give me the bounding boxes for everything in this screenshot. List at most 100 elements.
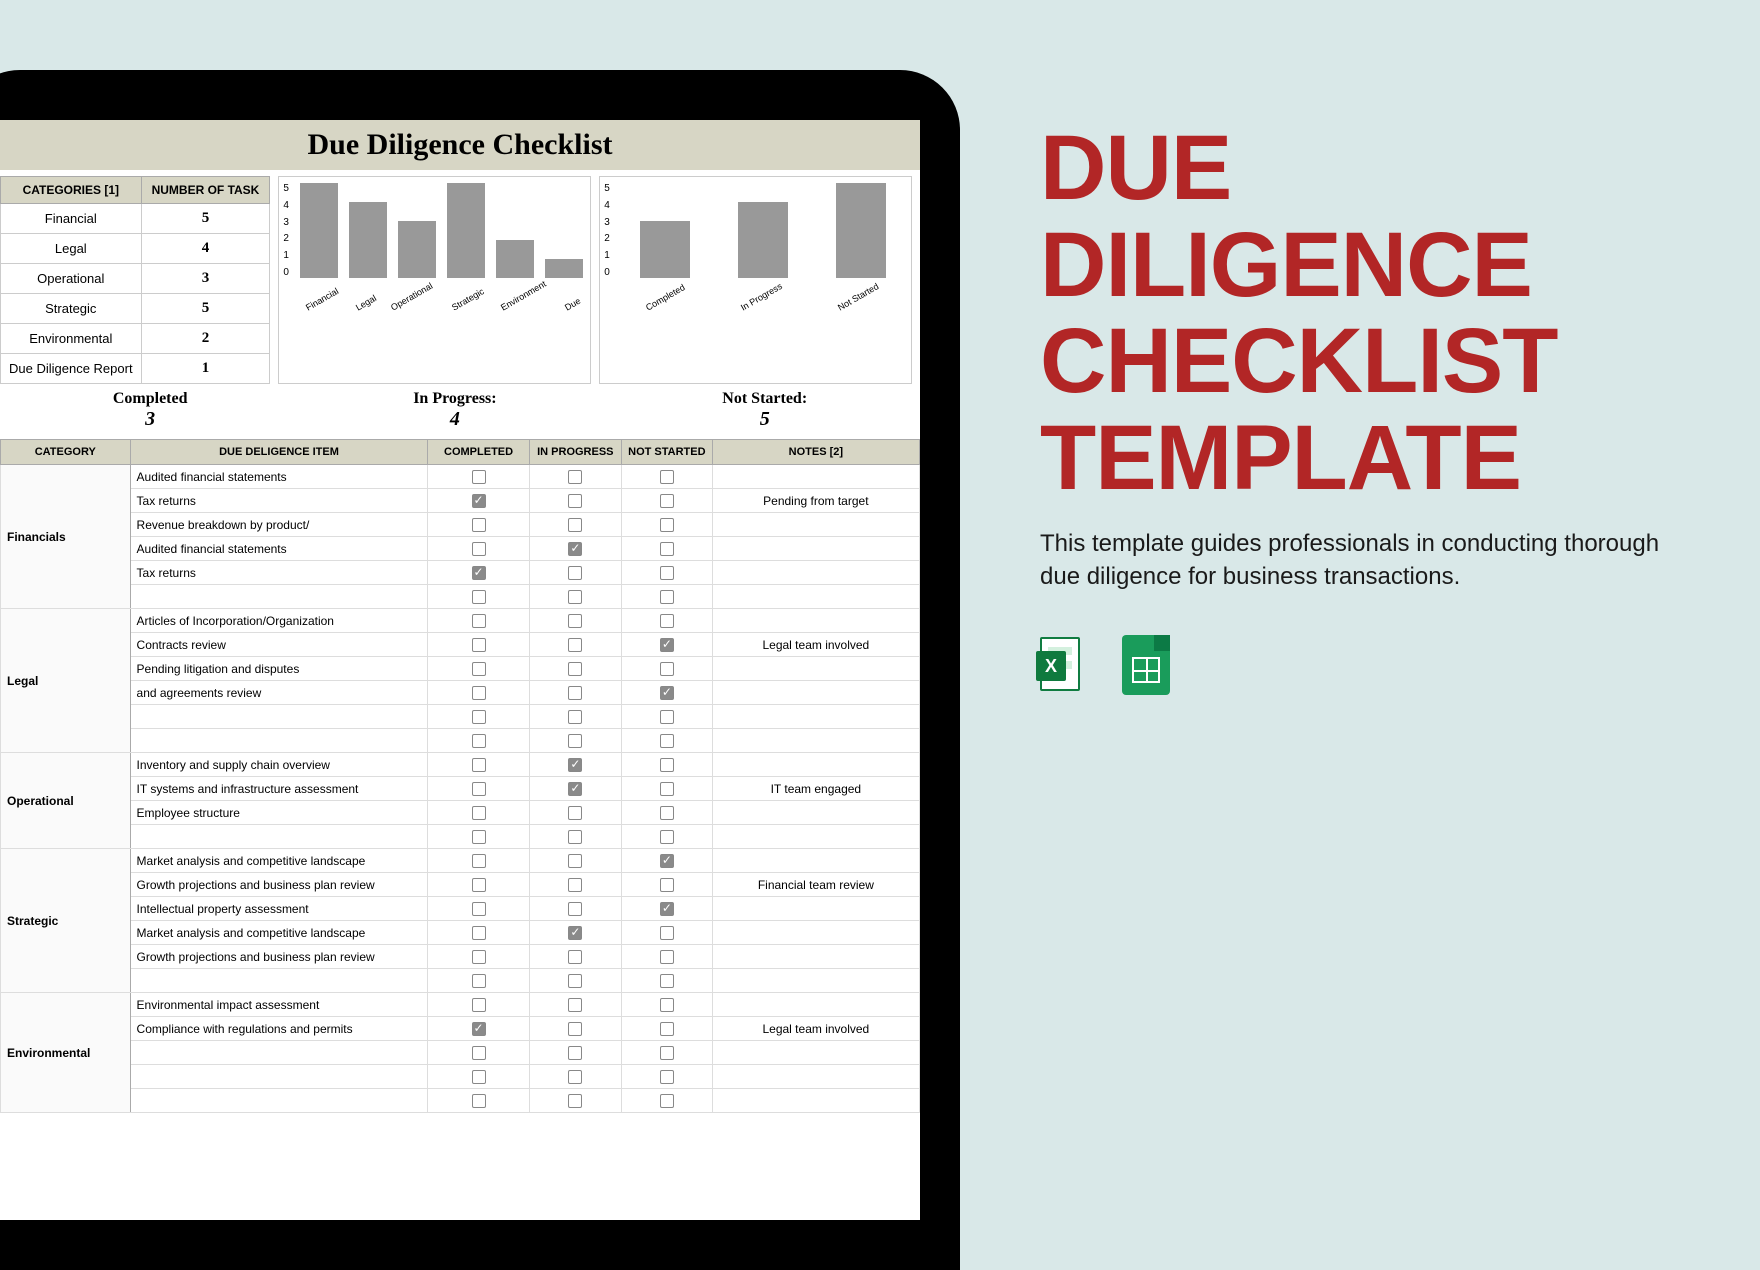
checkbox[interactable] xyxy=(660,758,674,772)
col-header-inprogress: IN PROGRESS xyxy=(529,440,621,465)
checkbox[interactable] xyxy=(472,1094,486,1108)
checkbox[interactable] xyxy=(568,686,582,700)
checkbox[interactable] xyxy=(568,1094,582,1108)
checkbox[interactable] xyxy=(568,710,582,724)
checkbox[interactable] xyxy=(472,1070,486,1084)
checkbox[interactable] xyxy=(568,830,582,844)
checkbox[interactable] xyxy=(660,686,674,700)
notes-cell xyxy=(712,993,919,1017)
checkbox[interactable] xyxy=(472,614,486,628)
checkbox[interactable] xyxy=(660,1046,674,1060)
checkbox[interactable] xyxy=(568,902,582,916)
checkbox[interactable] xyxy=(568,542,582,556)
notstarted-cell xyxy=(622,801,713,825)
checkbox[interactable] xyxy=(660,806,674,820)
checkbox[interactable] xyxy=(472,950,486,964)
checkbox[interactable] xyxy=(568,926,582,940)
tablet-screen: Due Diligence Checklist CATEGORIES [1] N… xyxy=(0,120,920,1220)
checkbox[interactable] xyxy=(472,782,486,796)
checkbox[interactable] xyxy=(472,1022,486,1036)
checkbox[interactable] xyxy=(568,806,582,820)
notes-cell xyxy=(712,1041,919,1065)
checkbox[interactable] xyxy=(568,566,582,580)
checkbox[interactable] xyxy=(568,734,582,748)
notes-cell xyxy=(712,969,919,993)
checkbox[interactable] xyxy=(472,494,486,508)
checkbox[interactable] xyxy=(472,926,486,940)
checkbox[interactable] xyxy=(568,854,582,868)
checkbox[interactable] xyxy=(472,974,486,988)
checkbox[interactable] xyxy=(472,854,486,868)
checkbox[interactable] xyxy=(568,470,582,484)
checkbox[interactable] xyxy=(660,974,674,988)
checkbox[interactable] xyxy=(472,758,486,772)
checkbox[interactable] xyxy=(660,1094,674,1108)
checkbox[interactable] xyxy=(660,998,674,1012)
inprogress-cell xyxy=(529,609,621,633)
checkbox[interactable] xyxy=(472,1046,486,1060)
checkbox[interactable] xyxy=(660,950,674,964)
checkbox[interactable] xyxy=(660,734,674,748)
checkbox[interactable] xyxy=(660,926,674,940)
checkbox[interactable] xyxy=(472,518,486,532)
checkbox[interactable] xyxy=(660,518,674,532)
checkbox[interactable] xyxy=(660,590,674,604)
inprogress-cell xyxy=(529,753,621,777)
checkbox[interactable] xyxy=(472,878,486,892)
checkbox[interactable] xyxy=(660,710,674,724)
checklist-table: CATEGORY DUE DELIGENCE ITEM COMPLETED IN… xyxy=(0,439,920,1113)
promo-description: This template guides professionals in co… xyxy=(1040,528,1680,593)
checkbox[interactable] xyxy=(660,782,674,796)
checkbox[interactable] xyxy=(472,830,486,844)
checkbox[interactable] xyxy=(660,662,674,676)
notstarted-cell xyxy=(622,1017,713,1041)
checkbox[interactable] xyxy=(660,830,674,844)
checkbox[interactable] xyxy=(472,590,486,604)
notes-cell: Legal team involved xyxy=(712,633,919,657)
category-cell: Legal xyxy=(1,609,131,753)
checkbox[interactable] xyxy=(660,1070,674,1084)
checkbox[interactable] xyxy=(660,878,674,892)
checkbox[interactable] xyxy=(472,686,486,700)
checkbox[interactable] xyxy=(472,470,486,484)
checkbox[interactable] xyxy=(568,662,582,676)
checkbox[interactable] xyxy=(472,542,486,556)
checkbox[interactable] xyxy=(472,806,486,820)
checkbox[interactable] xyxy=(660,566,674,580)
checkbox[interactable] xyxy=(568,758,582,772)
checkbox[interactable] xyxy=(568,1046,582,1060)
checkbox[interactable] xyxy=(568,614,582,628)
checkbox[interactable] xyxy=(660,494,674,508)
checkbox[interactable] xyxy=(660,1022,674,1036)
checkbox[interactable] xyxy=(568,494,582,508)
checkbox[interactable] xyxy=(568,782,582,796)
checkbox[interactable] xyxy=(472,662,486,676)
checkbox[interactable] xyxy=(660,854,674,868)
checkbox[interactable] xyxy=(568,878,582,892)
checkbox[interactable] xyxy=(568,1022,582,1036)
checkbox[interactable] xyxy=(472,566,486,580)
chart-status-summary: 543210 CompletedIn ProgressNot Started xyxy=(599,176,912,384)
checkbox[interactable] xyxy=(472,638,486,652)
checkbox[interactable] xyxy=(472,998,486,1012)
notes-cell xyxy=(712,561,919,585)
checkbox[interactable] xyxy=(660,542,674,556)
cat-name: Strategic xyxy=(1,294,142,324)
notstarted-cell xyxy=(622,1089,713,1113)
checkbox[interactable] xyxy=(568,950,582,964)
checkbox[interactable] xyxy=(568,998,582,1012)
checkbox[interactable] xyxy=(568,638,582,652)
checkbox[interactable] xyxy=(660,470,674,484)
checkbox[interactable] xyxy=(568,974,582,988)
checkbox[interactable] xyxy=(472,902,486,916)
checkbox[interactable] xyxy=(660,614,674,628)
checkbox[interactable] xyxy=(660,638,674,652)
completed-cell xyxy=(428,513,529,537)
checkbox[interactable] xyxy=(660,902,674,916)
completed-cell xyxy=(428,945,529,969)
checkbox[interactable] xyxy=(568,1070,582,1084)
checkbox[interactable] xyxy=(472,710,486,724)
checkbox[interactable] xyxy=(568,590,582,604)
checkbox[interactable] xyxy=(472,734,486,748)
checkbox[interactable] xyxy=(568,518,582,532)
